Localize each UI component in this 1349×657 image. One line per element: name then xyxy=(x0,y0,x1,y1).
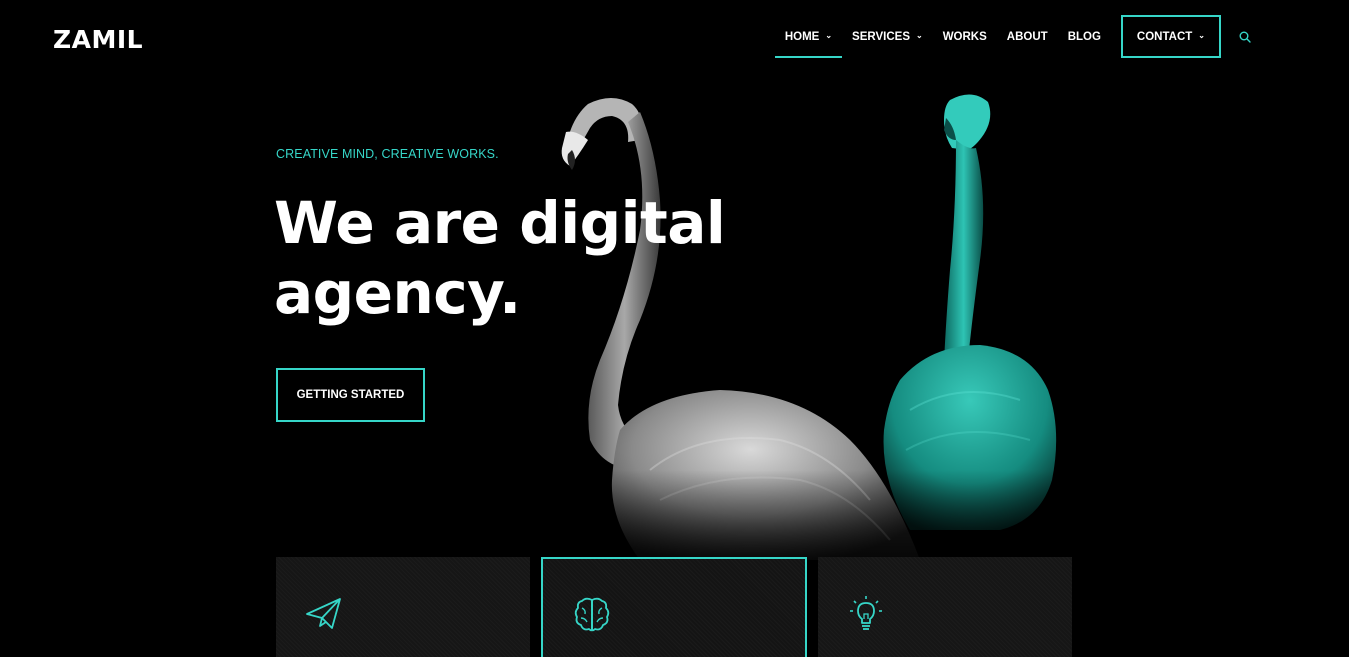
lightbulb-icon xyxy=(850,596,882,630)
hero-headline: We are digital agency. xyxy=(274,188,734,328)
chevron-down-icon: ⌄ xyxy=(916,31,923,40)
nav-item-services[interactable]: SERVICES ⌄ xyxy=(842,15,933,58)
feature-cards xyxy=(276,557,1083,657)
feature-card[interactable] xyxy=(818,557,1072,657)
feature-card[interactable] xyxy=(276,557,530,657)
nav-item-label: SERVICES xyxy=(852,30,910,43)
site-logo[interactable]: ZAMIL xyxy=(53,25,143,54)
nav-item-label: BLOG xyxy=(1067,30,1101,43)
nav-item-label: HOME xyxy=(784,30,820,43)
headline-line-2: agency. xyxy=(274,259,521,327)
chevron-down-icon: ⌄ xyxy=(825,31,833,40)
nav-item-home[interactable]: HOME ⌄ xyxy=(774,15,843,58)
headline-line-1: We are digital xyxy=(274,189,726,257)
hero-eyebrow: CREATIVE MIND, CREATIVE WORKS. xyxy=(276,147,499,161)
brain-icon xyxy=(574,597,610,632)
nav-item-about[interactable]: ABOUT xyxy=(997,15,1058,58)
nav-item-label: ABOUT xyxy=(1006,30,1048,43)
nav-item-blog[interactable]: BLOG xyxy=(1058,15,1111,58)
nav-item-label: WORKS xyxy=(942,30,987,43)
getting-started-button[interactable]: GETTING STARTED xyxy=(276,368,425,422)
paper-plane-icon xyxy=(306,598,341,629)
chevron-down-icon: ⌄ xyxy=(1198,31,1205,40)
teal-flamingo xyxy=(883,94,1057,530)
feature-card-featured[interactable] xyxy=(541,557,807,657)
search-icon[interactable] xyxy=(1237,29,1253,45)
nav-item-label: CONTACT xyxy=(1136,30,1193,43)
nav-item-contact[interactable]: CONTACT ⌄ xyxy=(1120,15,1221,58)
main-nav: HOME ⌄ SERVICES ⌄ WORKS ABOUT BLOG CONTA… xyxy=(774,15,1253,58)
nav-item-works[interactable]: WORKS xyxy=(933,15,997,58)
